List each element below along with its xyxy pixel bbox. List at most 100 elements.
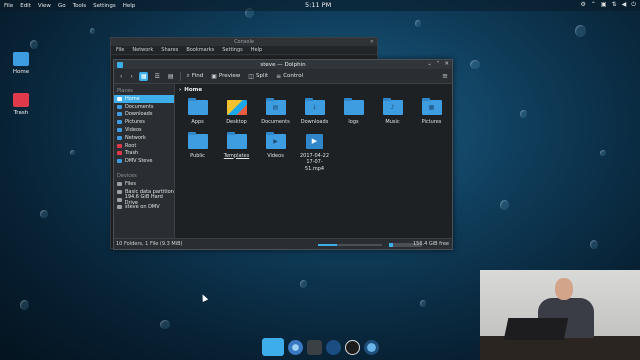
- menu-go[interactable]: Go: [58, 3, 66, 9]
- home-folder-icon: [13, 52, 29, 66]
- forward-arrow-icon: ›: [130, 72, 133, 80]
- details-view-button[interactable]: ▤: [166, 72, 176, 81]
- file-name: Desktop: [226, 119, 247, 125]
- free-space-text: 156.4 GiB free: [412, 241, 449, 247]
- icons-view-button[interactable]: ▦: [138, 71, 149, 81]
- file-item-apps[interactable]: Apps: [181, 98, 214, 126]
- videos-icon: [117, 128, 122, 133]
- dolphin-app-icon[interactable]: [262, 338, 284, 356]
- back-arrow-icon: ‹: [120, 72, 123, 80]
- menu-view[interactable]: View: [38, 3, 51, 9]
- volume-icon[interactable]: ◀: [622, 1, 627, 9]
- folder-emblem: [350, 104, 358, 111]
- zoom-slider[interactable]: [318, 244, 382, 246]
- desktop-trash[interactable]: Trash: [3, 93, 39, 116]
- compact-view-button[interactable]: ☰: [152, 72, 161, 81]
- place-label: Trash: [125, 150, 139, 157]
- close-icon[interactable]: ✕: [444, 61, 449, 67]
- file-item-desktop[interactable]: Desktop: [220, 100, 253, 126]
- file-item-templates[interactable]: Templates: [220, 131, 253, 173]
- global-menu: File Edit View Go Tools Settings Help: [0, 3, 135, 9]
- console-menu-settings[interactable]: Settings: [222, 47, 243, 53]
- close-icon[interactable]: ✕: [370, 38, 374, 46]
- free-space-fill: [389, 243, 393, 247]
- file-item-documents[interactable]: ▤ Documents: [259, 98, 292, 126]
- maximize-icon[interactable]: ⌃: [436, 61, 441, 67]
- place-root[interactable]: Root: [114, 142, 174, 150]
- root-folder-icon: [117, 143, 122, 148]
- file-view[interactable]: › Home Apps Desktop ▤ Documents ↓ Download…: [175, 84, 452, 239]
- chevron-icon[interactable]: ⌃: [591, 1, 596, 9]
- place-documents[interactable]: Documents: [114, 103, 174, 111]
- folder-icon: [343, 98, 364, 115]
- menu-help[interactable]: Help: [123, 3, 136, 9]
- menu-file[interactable]: File: [4, 3, 13, 9]
- breadcrumb[interactable]: › Home: [175, 84, 452, 95]
- menu-icon: ≡: [276, 72, 282, 80]
- file-item-public[interactable]: Public: [181, 131, 214, 173]
- back-button[interactable]: ‹: [118, 72, 124, 81]
- console-titlebar[interactable]: Console ✕: [111, 38, 377, 46]
- dolphin-window[interactable]: steve — Dolphin ⌄ ⌃ ✕ ‹ › ▦ ☰ ▤ ⌕ Find ▣ P…: [113, 59, 453, 250]
- file-item-pictures[interactable]: ▦ Pictures: [415, 98, 448, 126]
- forward-button[interactable]: ›: [128, 72, 134, 81]
- preview-button[interactable]: ▣ Preview: [209, 72, 242, 81]
- network-app-icon[interactable]: [364, 339, 379, 355]
- place-dmv-steve[interactable]: DMV Steve: [114, 157, 174, 165]
- documents-folder-icon: ▤: [265, 98, 286, 115]
- chromium-app-icon[interactable]: [288, 339, 303, 355]
- place-trash[interactable]: Trash: [114, 150, 174, 158]
- file-item-downloads[interactable]: ↓ Downloads: [298, 98, 331, 126]
- clipboard-icon[interactable]: ▣: [601, 1, 607, 9]
- network-drive-icon: [117, 205, 122, 210]
- menu-edit[interactable]: Edit: [20, 3, 31, 9]
- device-files[interactable]: Files: [114, 180, 174, 188]
- console-menu-help[interactable]: Help: [251, 47, 262, 53]
- obs-app-icon[interactable]: [345, 339, 360, 355]
- console-menu-file[interactable]: File: [116, 47, 124, 53]
- place-downloads[interactable]: Downloads: [114, 111, 174, 119]
- places-panel: Places Home Documents Downloads Pictures…: [114, 84, 175, 239]
- menu-settings[interactable]: Settings: [93, 3, 116, 9]
- file-item-music[interactable]: ♪ Music: [376, 98, 409, 126]
- power-icon[interactable]: ⏻: [631, 1, 636, 9]
- console-menu-shares[interactable]: Shares: [161, 47, 178, 53]
- control-button[interactable]: ≡ Control: [274, 72, 305, 81]
- steam-app-icon[interactable]: [326, 339, 341, 355]
- network-icon[interactable]: ⇅: [612, 1, 617, 9]
- clock[interactable]: 5:11 PM: [305, 1, 331, 9]
- console-menu-network[interactable]: Network: [132, 47, 153, 53]
- toolbar: ‹ › ▦ ☰ ▤ ⌕ Find ▣ Preview ◫ Split ≡ Control: [114, 69, 452, 84]
- device-hard-drive[interactable]: 194.6 GiB Hard Drive: [114, 194, 174, 206]
- top-panel: File Edit View Go Tools Settings Help 5:…: [0, 0, 640, 11]
- split-button[interactable]: ◫ Split: [246, 72, 270, 81]
- minimize-icon[interactable]: ⌄: [427, 61, 432, 67]
- place-label: Pictures: [125, 119, 145, 126]
- place-network[interactable]: Network: [114, 134, 174, 142]
- place-videos[interactable]: Videos: [114, 126, 174, 134]
- file-item-videos[interactable]: ▶ Videos: [259, 131, 292, 173]
- place-label: Network: [125, 134, 146, 141]
- place-home[interactable]: Home: [114, 95, 174, 103]
- mouse-cursor-icon: [199, 293, 209, 302]
- find-button[interactable]: ⌕ Find: [185, 71, 206, 81]
- place-label: Videos: [125, 127, 142, 134]
- laptop: [503, 318, 569, 340]
- desktop-home[interactable]: Home: [3, 52, 39, 75]
- place-pictures[interactable]: Pictures: [114, 118, 174, 126]
- devices-header: Devices: [117, 173, 137, 180]
- hamburger-menu-icon[interactable]: ≡: [442, 72, 448, 80]
- terminal-app-icon[interactable]: [307, 339, 322, 355]
- settings-icon[interactable]: ⚙: [581, 1, 586, 9]
- console-menu-bookmarks[interactable]: Bookmarks: [186, 47, 214, 53]
- home-icon: [117, 96, 122, 101]
- breadcrumb-home[interactable]: Home: [184, 87, 202, 93]
- downloads-icon: [117, 112, 122, 117]
- folder-icon: [187, 98, 208, 115]
- menu-tools[interactable]: Tools: [73, 3, 87, 9]
- file-item-video-mp4[interactable]: ▶ 2017-04-22 17-07-51.mp4: [298, 133, 331, 173]
- file-item-logs[interactable]: logs: [337, 98, 370, 126]
- dolphin-titlebar[interactable]: steve — Dolphin ⌄ ⌃ ✕: [114, 60, 452, 69]
- places-header: Places: [117, 88, 133, 94]
- file-name: Videos: [267, 152, 284, 159]
